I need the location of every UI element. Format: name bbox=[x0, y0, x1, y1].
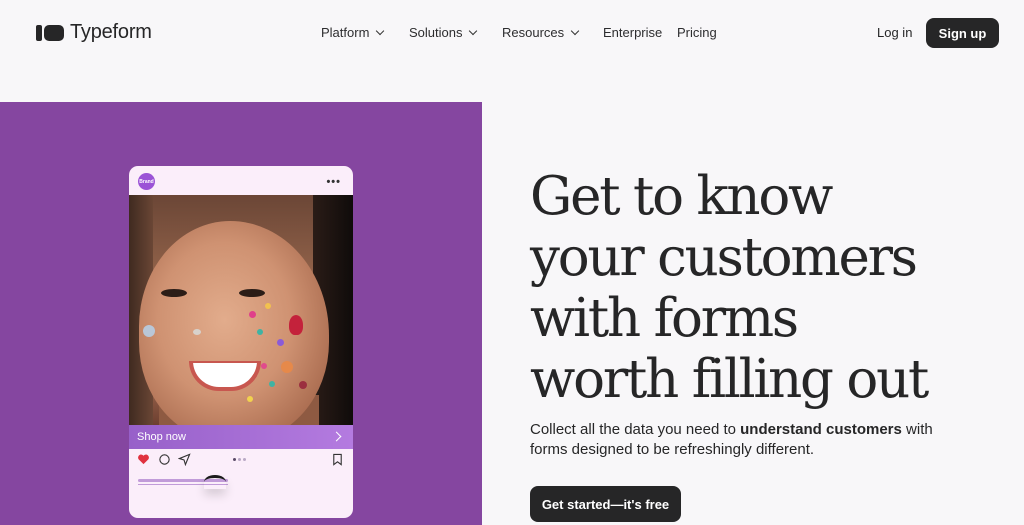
chevron-down-icon bbox=[469, 26, 478, 36]
avatar: Brand bbox=[138, 173, 155, 190]
comment-icon[interactable] bbox=[158, 453, 171, 466]
nav-resources[interactable]: Resources bbox=[502, 25, 603, 40]
typeform-logo-icon bbox=[36, 24, 64, 41]
shop-now-button[interactable]: Shop now bbox=[129, 425, 353, 449]
more-icon[interactable]: ••• bbox=[326, 176, 341, 188]
send-icon[interactable] bbox=[178, 453, 191, 466]
signup-button[interactable]: Sign up bbox=[926, 18, 999, 48]
hero-photo bbox=[129, 195, 353, 425]
hero-headline: Get to know your customers with forms wo… bbox=[530, 166, 929, 410]
hero-subtitle: Collect all the data you need to underst… bbox=[530, 421, 933, 458]
bookmark-icon[interactable] bbox=[331, 453, 344, 466]
typeform-logo[interactable]: Typeform bbox=[36, 21, 152, 44]
post-actions bbox=[129, 453, 353, 471]
phone-mockup: Brand ••• Shop now bbox=[129, 166, 353, 518]
slider-handle[interactable] bbox=[204, 475, 226, 489]
chevron-down-icon bbox=[570, 26, 580, 36]
nav-solutions[interactable]: Solutions bbox=[409, 25, 502, 40]
site-header: Typeform Platform Solutions Resources En… bbox=[0, 0, 1024, 68]
get-started-button[interactable]: Get started—it's free bbox=[530, 486, 681, 522]
chevron-down-icon bbox=[376, 26, 385, 36]
main-nav: Platform Solutions Resources Enterprise … bbox=[321, 25, 717, 40]
brand-name: Typeform bbox=[70, 21, 152, 43]
nav-platform[interactable]: Platform bbox=[321, 25, 409, 40]
chevron-right-icon bbox=[331, 431, 342, 442]
nav-enterprise[interactable]: Enterprise bbox=[603, 25, 677, 40]
post-header: Brand ••• bbox=[129, 166, 353, 195]
carousel-dots bbox=[233, 458, 246, 461]
nav-pricing[interactable]: Pricing bbox=[677, 25, 717, 40]
login-link[interactable]: Log in bbox=[877, 25, 912, 40]
heart-icon[interactable] bbox=[137, 453, 150, 466]
